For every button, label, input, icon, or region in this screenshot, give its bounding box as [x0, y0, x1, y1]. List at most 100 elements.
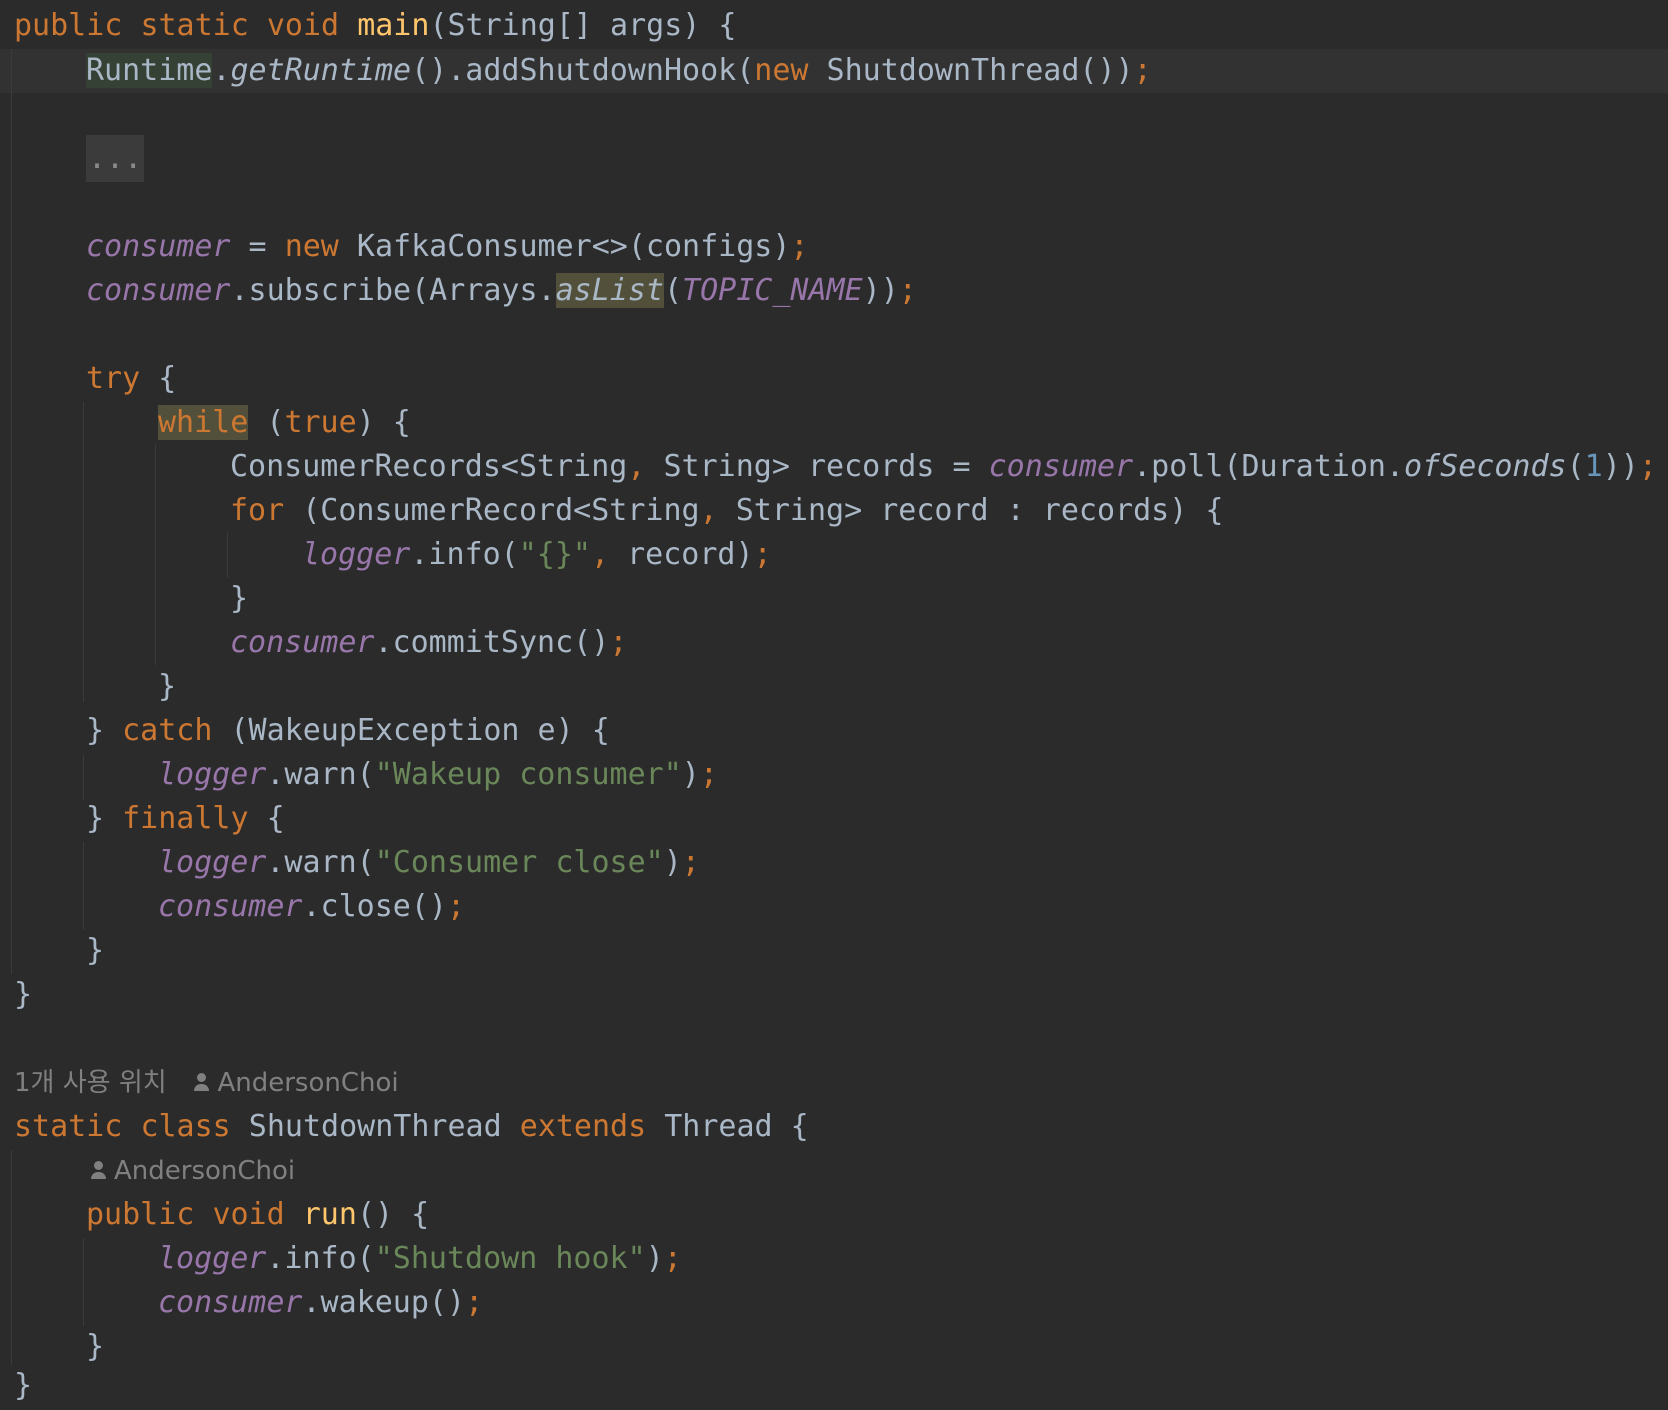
code-text: Thread {: [646, 1109, 809, 1144]
code-text: )): [862, 273, 899, 308]
method-name: main: [357, 8, 430, 43]
code-text: ): [645, 1241, 664, 1276]
code-line-catch[interactable]: } catch (WakeupException e) {: [86, 709, 610, 753]
code-editor[interactable]: public static void main(String[] args) {…: [0, 0, 1668, 1410]
code-line-try[interactable]: try {: [86, 357, 176, 401]
field-consumer: consumer: [86, 229, 231, 264]
code-text: () {: [356, 1197, 430, 1232]
folded-region[interactable]: ...: [86, 135, 145, 182]
person-icon: [191, 1071, 213, 1093]
semicolon: ;: [790, 229, 809, 264]
code-text: ConsumerRecords<String: [230, 449, 628, 484]
code-text: .commitSync(): [374, 625, 610, 660]
code-text: =: [230, 229, 285, 264]
code-text: .: [212, 53, 231, 88]
code-line-warn-close[interactable]: logger.warn("Consumer close");: [158, 841, 700, 885]
code-line-run-close[interactable]: }: [86, 1325, 104, 1369]
indent-guide: [11, 49, 12, 974]
semicolon: ;: [681, 845, 700, 880]
code-line-while-close[interactable]: }: [158, 665, 176, 709]
code-line-records[interactable]: ConsumerRecords<String, String> records …: [230, 445, 1657, 489]
keyword-new: new: [754, 53, 809, 88]
keyword-class: class: [140, 1109, 231, 1144]
usages-link[interactable]: 1개 사용 위치: [14, 1068, 167, 1098]
code-line-class-close[interactable]: }: [14, 1364, 32, 1408]
code-line-warn-wakeup[interactable]: logger.warn("Wakeup consumer");: [158, 753, 718, 797]
code-text: .poll(Duration.: [1133, 449, 1405, 484]
field-consumer: consumer: [86, 273, 231, 308]
author-hint[interactable]: AndersonChoi: [217, 1068, 398, 1098]
code-line-shutdown-log[interactable]: logger.info("Shutdown hook");: [158, 1237, 682, 1281]
code-text: .warn(: [266, 757, 375, 792]
code-line-wakeup[interactable]: consumer.wakeup();: [158, 1281, 483, 1325]
semicolon: ;: [1133, 53, 1152, 88]
code-text: (ConsumerRecord<String: [284, 493, 700, 528]
constant-topic-name: TOPIC_NAME: [682, 273, 863, 308]
code-text: (WakeupException e) {: [212, 713, 610, 748]
code-line-for[interactable]: for (ConsumerRecord<String, String> reco…: [230, 489, 1223, 533]
keyword-new: new: [284, 229, 339, 264]
code-line-run-signature[interactable]: public void run() {: [86, 1193, 429, 1237]
code-line-folded[interactable]: ...: [86, 135, 145, 182]
person-icon: [88, 1159, 110, 1181]
string-literal: "Wakeup consumer": [374, 757, 682, 792]
code-text: .info(: [266, 1241, 375, 1276]
code-text: }: [86, 933, 105, 968]
code-text: ().addShutdownHook(: [411, 53, 755, 88]
comma: ,: [591, 537, 610, 572]
code-text: String> records =: [645, 449, 989, 484]
code-text: ): [663, 845, 682, 880]
code-line-close-call[interactable]: consumer.close();: [158, 885, 465, 929]
keyword-void: void: [266, 8, 340, 43]
keyword-catch: catch: [122, 713, 213, 748]
indent-guide: [83, 402, 84, 702]
code-text: record): [609, 537, 754, 572]
code-text: )): [1602, 449, 1639, 484]
semicolon: ;: [663, 1241, 682, 1276]
code-line-main-close[interactable]: }: [14, 973, 32, 1017]
field-consumer: consumer: [158, 889, 303, 924]
static-method-call: ofSeconds: [1404, 449, 1567, 484]
code-text: .close(): [302, 889, 448, 924]
keyword-while: while: [158, 405, 249, 440]
keyword-true: true: [284, 405, 357, 440]
code-text: }: [86, 801, 123, 836]
code-line-finally-close[interactable]: }: [86, 929, 104, 973]
static-method-call: asList: [555, 273, 664, 308]
keyword-public: public: [86, 1197, 195, 1232]
code-text: {: [248, 801, 285, 836]
code-text: (: [663, 273, 683, 308]
indent-guide: [11, 1150, 12, 1365]
semicolon: ;: [447, 889, 466, 924]
code-text: {: [140, 361, 177, 396]
code-line-subscribe[interactable]: consumer.subscribe(Arrays.asList(TOPIC_N…: [86, 269, 917, 313]
code-line-for-close[interactable]: }: [230, 577, 248, 621]
code-line-consumer-assign[interactable]: consumer = new KafkaConsumer<>(configs);: [86, 225, 808, 269]
code-text: .subscribe(Arrays.: [230, 273, 556, 308]
string-literal: "Shutdown hook": [374, 1241, 646, 1276]
field-consumer: consumer: [158, 1285, 303, 1320]
code-line-main-signature[interactable]: public static void main(String[] args) {: [14, 4, 736, 48]
keyword-extends: extends: [519, 1109, 647, 1144]
code-line-commit[interactable]: consumer.commitSync();: [230, 621, 627, 665]
author-inlay-hint[interactable]: AndersonChoi: [88, 1149, 295, 1193]
code-text: ): [681, 757, 700, 792]
author-hint[interactable]: AndersonChoi: [114, 1156, 295, 1186]
string-literal: "Consumer close": [374, 845, 664, 880]
class-reference: Runtime: [86, 53, 213, 88]
code-line-class-declaration[interactable]: static class ShutdownThread extends Thre…: [14, 1105, 809, 1149]
keyword-void: void: [212, 1197, 285, 1232]
code-line-logger-info[interactable]: logger.info("{}", record);: [302, 533, 772, 577]
indent-guide: [83, 842, 84, 930]
code-line-finally[interactable]: } finally {: [86, 797, 285, 841]
code-text: }: [230, 581, 249, 616]
static-method-call: getRuntime: [230, 53, 412, 88]
semicolon: ;: [1638, 449, 1657, 484]
class-name: ShutdownThread: [230, 1109, 520, 1144]
code-line-while[interactable]: while (true) {: [158, 401, 411, 445]
code-text: .warn(: [266, 845, 375, 880]
usage-inlay-hint[interactable]: 1개 사용 위치 AndersonChoi: [14, 1061, 399, 1105]
code-line-shutdown-hook[interactable]: Runtime.getRuntime().addShutdownHook(new…: [86, 49, 1152, 93]
code-text: (: [248, 405, 285, 440]
field-consumer: consumer: [988, 449, 1134, 484]
